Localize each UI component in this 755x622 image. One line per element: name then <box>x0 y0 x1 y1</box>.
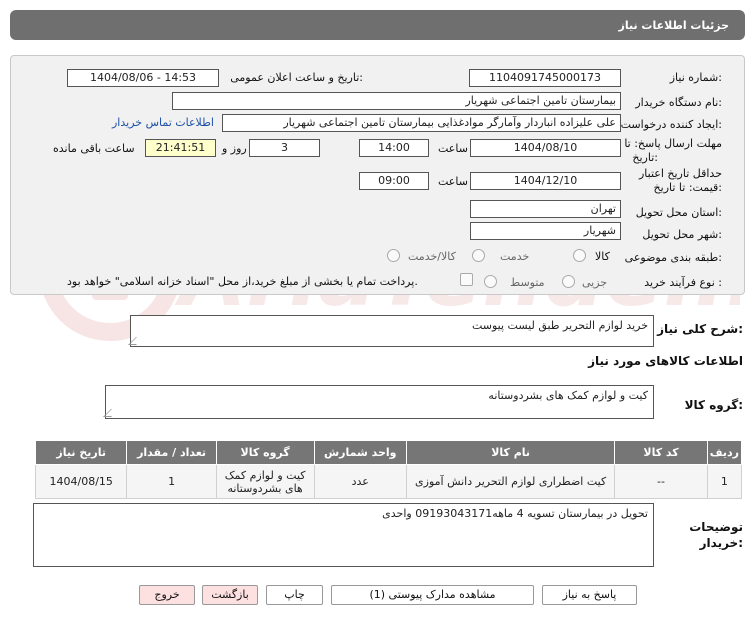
summary-text: خرید لوازم التحریر طبق لیست پیوست <box>471 319 648 332</box>
goods-group-label: گروه کالا: <box>684 398 743 412</box>
category-option-goods-label: کالا <box>595 250 610 263</box>
announce-date-label: تاریخ و ساعت اعلان عمومی: <box>230 71 363 84</box>
col-header-item-name: نام کالا <box>405 440 616 465</box>
resize-grip-icon[interactable] <box>128 337 144 345</box>
buyer-notes-textarea: تحویل در بیمارستان تسویه 4 ماهه091930431… <box>33 503 654 567</box>
need-number-field: 1104091745000173 <box>469 69 621 87</box>
table-row[interactable]: 1 -- کیت اضطراری لوازم التحریر دانش آموز… <box>34 464 743 499</box>
goods-section-title: اطلاعات کالاهای مورد نیاز <box>588 354 743 368</box>
exit-button[interactable]: خروج <box>139 585 195 605</box>
deadline-time-field: 14:00 <box>359 139 429 157</box>
validity-time-label: ساعت <box>438 175 468 188</box>
process-option-minor-label: جزیی <box>582 276 608 289</box>
buyer-notes-label-2: خریدار: <box>699 536 743 550</box>
process-option-minor-radio[interactable] <box>562 275 575 288</box>
process-type-label: نوع فرآیند خرید : <box>644 276 722 289</box>
remaining-time-field: 21:41:51 <box>145 139 216 157</box>
view-attachments-button[interactable]: مشاهده مدارک پیوستی (1) <box>331 585 534 605</box>
validity-date-field: 1404/12/10 <box>470 172 621 190</box>
announce-date-field: 1404/08/06 - 14:53 <box>67 69 219 87</box>
days-label: روز و <box>222 142 247 155</box>
summary-textarea: خرید لوازم التحریر طبق لیست پیوست <box>128 315 654 347</box>
table-header-row: ردیف کد کالا نام کالا واحد شمارش گروه کا… <box>34 440 743 465</box>
items-table: ردیف کد کالا نام کالا واحد شمارش گروه کا… <box>34 440 743 499</box>
deadline-label-date: تاریخ: <box>632 151 658 164</box>
resize-grip-icon[interactable] <box>103 409 119 417</box>
cell-row-number: 1 <box>706 464 743 499</box>
process-option-medium-radio[interactable] <box>484 275 497 288</box>
back-button[interactable]: بازگشت <box>202 585 258 605</box>
col-header-unit: واحد شمارش <box>313 440 407 465</box>
col-header-need-date: تاریخ نیاز <box>34 440 128 465</box>
category-option-service-radio[interactable] <box>472 249 485 262</box>
province-field: تهران <box>470 200 621 218</box>
deadline-label: مهلت ارسال پاسخ: تا <box>624 137 722 150</box>
treasury-payment-note: پرداخت تمام یا بخشی از مبلغ خرید،از محل … <box>67 275 418 288</box>
days-remaining-field: 3 <box>249 139 320 157</box>
category-option-goods-radio[interactable] <box>573 249 586 262</box>
reply-button[interactable]: پاسخ به نیاز <box>542 585 637 605</box>
buyer-org-field: بیمارستان تامین اجتماعی شهریار <box>172 92 621 110</box>
treasury-payment-checkbox[interactable] <box>460 273 473 286</box>
creator-field: علی علیزاده انباردار وآمارگر موادغذایی ب… <box>222 114 621 132</box>
validity-label-date: قیمت: تا تاریخ: <box>653 181 722 194</box>
goods-group-textarea: کیت و لوازم کمک های بشردوستانه <box>103 385 654 419</box>
col-header-group: گروه کالا <box>215 440 315 465</box>
process-option-medium-label: متوسط <box>510 276 545 289</box>
buyer-notes-text: تحویل در بیمارستان تسویه 4 ماهه091930431… <box>382 507 648 520</box>
creator-label: ایجاد کننده درخواست: <box>620 118 722 131</box>
category-option-service-label: خدمت <box>500 250 530 263</box>
page-header: جزئیات اطلاعات نیاز <box>10 10 745 40</box>
category-option-both-radio[interactable] <box>387 249 400 262</box>
province-label: استان محل تحویل: <box>635 206 722 219</box>
col-header-quantity: تعداد / مقدار <box>126 440 217 465</box>
category-option-both-label: کالا/خدمت <box>408 250 456 263</box>
cell-group: کیت و لوازم کمک های بشردوستانه <box>215 464 315 499</box>
col-header-item-code: کد کالا <box>614 440 708 465</box>
remaining-time-label: ساعت باقی مانده <box>53 142 135 155</box>
goods-group-text: کیت و لوازم کمک های بشردوستانه <box>488 389 648 402</box>
validity-label: حداقل تاریخ اعتبار <box>638 167 722 180</box>
page-title: جزئیات اطلاعات نیاز <box>618 19 730 32</box>
validity-time-field: 09:00 <box>359 172 429 190</box>
col-header-row-number: ردیف <box>706 440 743 465</box>
cell-item-name: کیت اضطراری لوازم التحریر دانش آموزی <box>405 464 616 499</box>
need-number-label: شماره نیاز: <box>669 71 722 84</box>
buyer-contact-link[interactable]: اطلاعات تماس خریدار <box>112 116 214 129</box>
buyer-notes-label: توضیحات <box>689 520 743 534</box>
deadline-time-label: ساعت <box>438 142 468 155</box>
cell-item-code: -- <box>614 464 708 499</box>
city-field: شهریار <box>470 222 621 240</box>
summary-label: شرح کلی نیاز: <box>657 322 743 336</box>
cell-need-date: 1404/08/15 <box>34 464 128 499</box>
cell-unit: عدد <box>313 464 407 499</box>
city-label: شهر محل تحویل: <box>642 228 722 241</box>
cell-quantity: 1 <box>126 464 217 499</box>
print-button[interactable]: چاپ <box>266 585 323 605</box>
deadline-date-field: 1404/08/10 <box>470 139 621 157</box>
buyer-org-label: نام دستگاه خریدار: <box>635 96 722 109</box>
category-label: طبقه بندی موضوعی: <box>624 251 722 264</box>
